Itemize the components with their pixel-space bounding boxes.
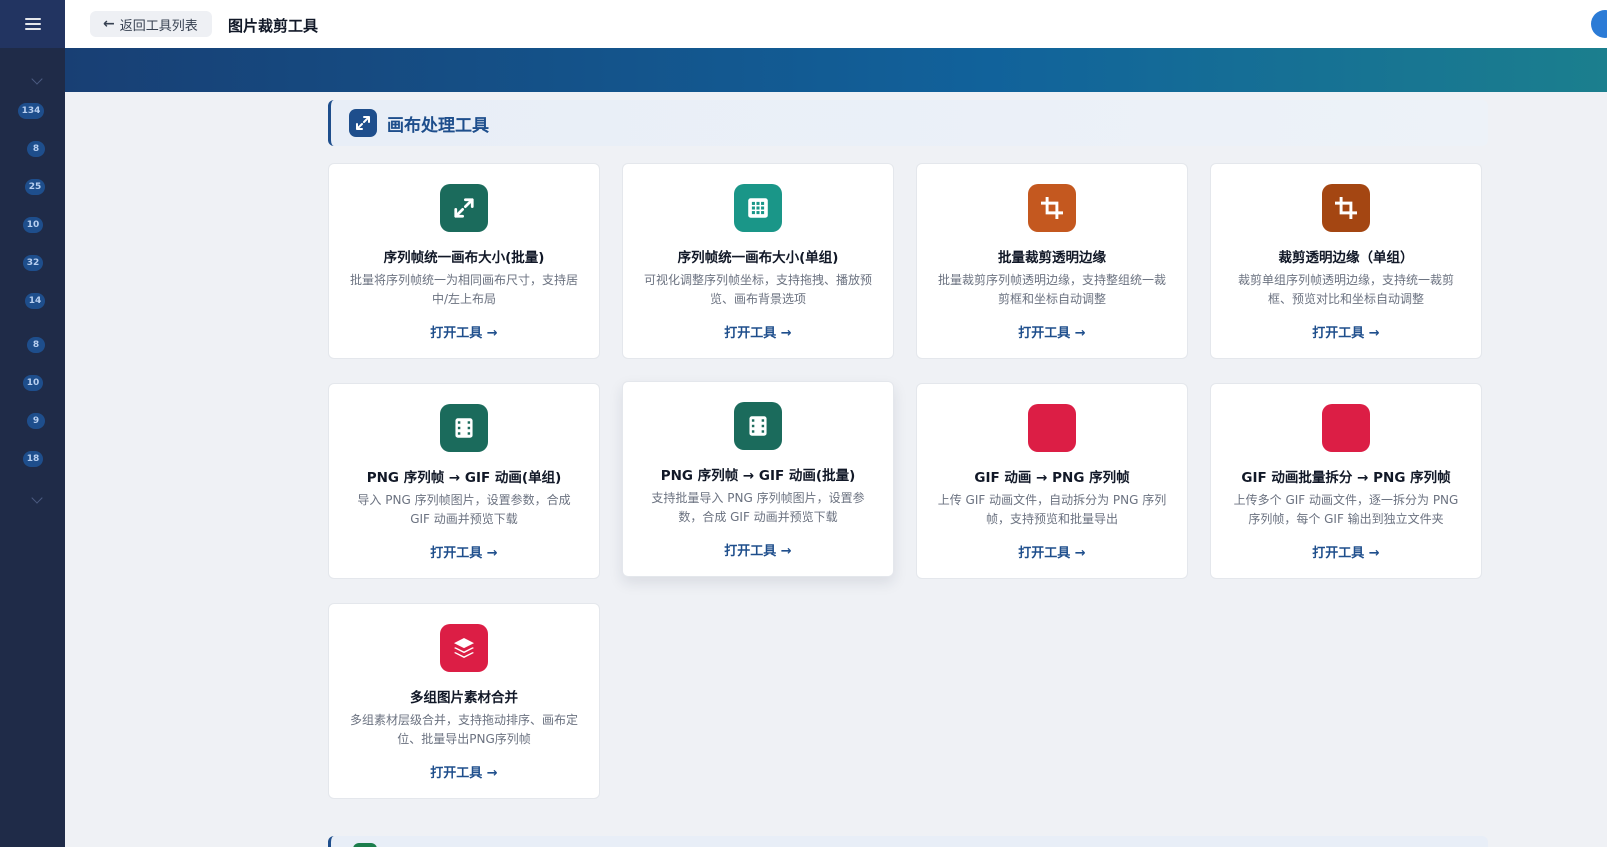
card-description: 支持批量导入 PNG 序列帧图片，设置参数，合成 GIF 动画并预览下载 (651, 491, 865, 524)
expand-arrows-icon (440, 184, 488, 232)
open-tool-link[interactable]: 打开工具 → (1211, 542, 1481, 561)
card-description: 批量裁剪序列帧透明边缘，支持整组统一裁剪框和坐标自动调整 (937, 273, 1166, 306)
sidebar-count-badge[interactable]: 8 (27, 141, 45, 157)
tool-card[interactable]: 多组图片素材合并 多组素材层级合并，支持拖动排序、画布定位、批量导出PNG序列帧… (328, 603, 600, 799)
card-description: 裁剪单组序列帧透明边缘，支持统一裁剪框、预览对比和坐标自动调整 (1237, 273, 1454, 306)
layers-icon (440, 624, 488, 672)
back-to-tool-list-button[interactable]: ← 返回工具列表 (90, 11, 212, 37)
card-title: PNG 序列帧 → GIF 动画(批量) (660, 468, 856, 484)
tool-card[interactable]: 批量裁剪透明边缘 批量裁剪序列帧透明边缘，支持整组统一裁剪框和坐标自动调整 打开… (916, 163, 1188, 359)
card-description: 多组素材层级合并，支持拖动排序、画布定位、批量导出PNG序列帧 (349, 713, 578, 746)
card-description: 上传多个 GIF 动画文件，逐一拆分为 PNG 序列帧，每个 GIF 输出到独立… (1233, 493, 1459, 526)
grid-icon (734, 184, 782, 232)
page-title: 图片裁剪工具 (228, 17, 319, 35)
card-title: GIF 动画批量拆分 → PNG 序列帧 (1241, 470, 1451, 486)
card-title: GIF 动画 → PNG 序列帧 (974, 470, 1130, 486)
open-tool-link[interactable]: 打开工具 → (1211, 322, 1481, 341)
open-tool-link[interactable]: 打开工具 → (623, 540, 893, 559)
section-header (328, 836, 1488, 847)
film-icon (440, 404, 488, 452)
film-icon (734, 402, 782, 450)
tool-card[interactable]: PNG 序列帧 → GIF 动画(单组) 导入 PNG 序列帧图片，设置参数，合… (328, 383, 600, 579)
card-description: 可视化调整序列帧坐标，支持拖拽、播放预览、画布背景选项 (643, 273, 872, 306)
sidebar-count-badge[interactable]: 134 (18, 103, 44, 119)
sidebar-count-badge[interactable]: 18 (23, 451, 43, 467)
open-tool-link[interactable]: 打开工具 → (623, 322, 893, 341)
card-title: 裁剪透明边缘（单组） (1278, 250, 1414, 266)
open-tool-link[interactable]: 打开工具 → (917, 322, 1187, 341)
crop-icon (1322, 184, 1370, 232)
chevron-down-icon[interactable] (31, 492, 43, 504)
open-tool-link[interactable]: 打开工具 → (329, 322, 599, 341)
card-description: 导入 PNG 序列帧图片，设置参数，合成 GIF 动画并预览下载 (357, 493, 571, 526)
back-button-label: 返回工具列表 (119, 18, 198, 34)
open-tool-link[interactable]: 打开工具 → (329, 542, 599, 561)
tool-card[interactable]: GIF 动画 → PNG 序列帧 上传 GIF 动画文件，自动拆分为 PNG 序… (916, 383, 1188, 579)
tool-card[interactable]: PNG 序列帧 → GIF 动画(批量) 支持批量导入 PNG 序列帧图片，设置… (622, 381, 894, 577)
card-title: 序列帧统一画布大小(批量) (383, 250, 545, 266)
section-icon (353, 843, 377, 847)
avatar[interactable] (1591, 10, 1607, 38)
card-title: PNG 序列帧 → GIF 动画(单组) (366, 470, 562, 486)
open-tool-link[interactable]: 打开工具 → (329, 762, 599, 781)
sidebar: 134 8 25 10 32 14 8 10 9 18 (0, 0, 65, 847)
sidebar-count-badge[interactable]: 9 (27, 413, 45, 429)
chevron-down-icon[interactable] (31, 73, 43, 85)
sidebar-count-badge[interactable]: 8 (27, 337, 45, 353)
blank-icon (1322, 404, 1370, 452)
card-title: 序列帧统一画布大小(单组) (677, 250, 839, 266)
arrow-left-icon: ← (103, 16, 115, 32)
sidebar-count-badge[interactable]: 10 (23, 217, 43, 233)
section-header: 画布处理工具 (328, 100, 1488, 146)
blank-icon (1028, 404, 1076, 452)
sidebar-count-badge[interactable]: 32 (23, 255, 43, 271)
hamburger-icon (24, 18, 41, 30)
open-tool-link[interactable]: 打开工具 → (917, 542, 1187, 561)
card-description: 批量将序列帧统一为相同画布尺寸，支持居中/左上布局 (349, 273, 578, 306)
sidebar-count-badge[interactable]: 25 (25, 179, 45, 195)
sidebar-count-badge[interactable]: 10 (23, 375, 43, 391)
card-title: 多组图片素材合并 (410, 690, 518, 706)
card-title: 批量裁剪透明边缘 (998, 250, 1106, 266)
tool-card[interactable]: 裁剪透明边缘（单组） 裁剪单组序列帧透明边缘，支持统一裁剪框、预览对比和坐标自动… (1210, 163, 1482, 359)
crop-icon (1028, 184, 1076, 232)
section-title: 画布处理工具 (387, 115, 489, 136)
tool-card[interactable]: 序列帧统一画布大小(批量) 批量将序列帧统一为相同画布尺寸，支持居中/左上布局 … (328, 163, 600, 359)
header-banner (65, 48, 1607, 92)
tool-card[interactable]: 序列帧统一画布大小(单组) 可视化调整序列帧坐标，支持拖拽、播放预览、画布背景选… (622, 163, 894, 359)
expand-arrows-icon (349, 109, 377, 137)
sidebar-count-badge[interactable]: 14 (25, 293, 45, 309)
tool-card[interactable]: GIF 动画批量拆分 → PNG 序列帧 上传多个 GIF 动画文件，逐一拆分为… (1210, 383, 1482, 579)
card-description: 上传 GIF 动画文件，自动拆分为 PNG 序列帧，支持预览和批量导出 (937, 493, 1167, 526)
menu-toggle-button[interactable] (0, 0, 65, 48)
top-bar: ← 返回工具列表 图片裁剪工具 (65, 0, 1607, 48)
